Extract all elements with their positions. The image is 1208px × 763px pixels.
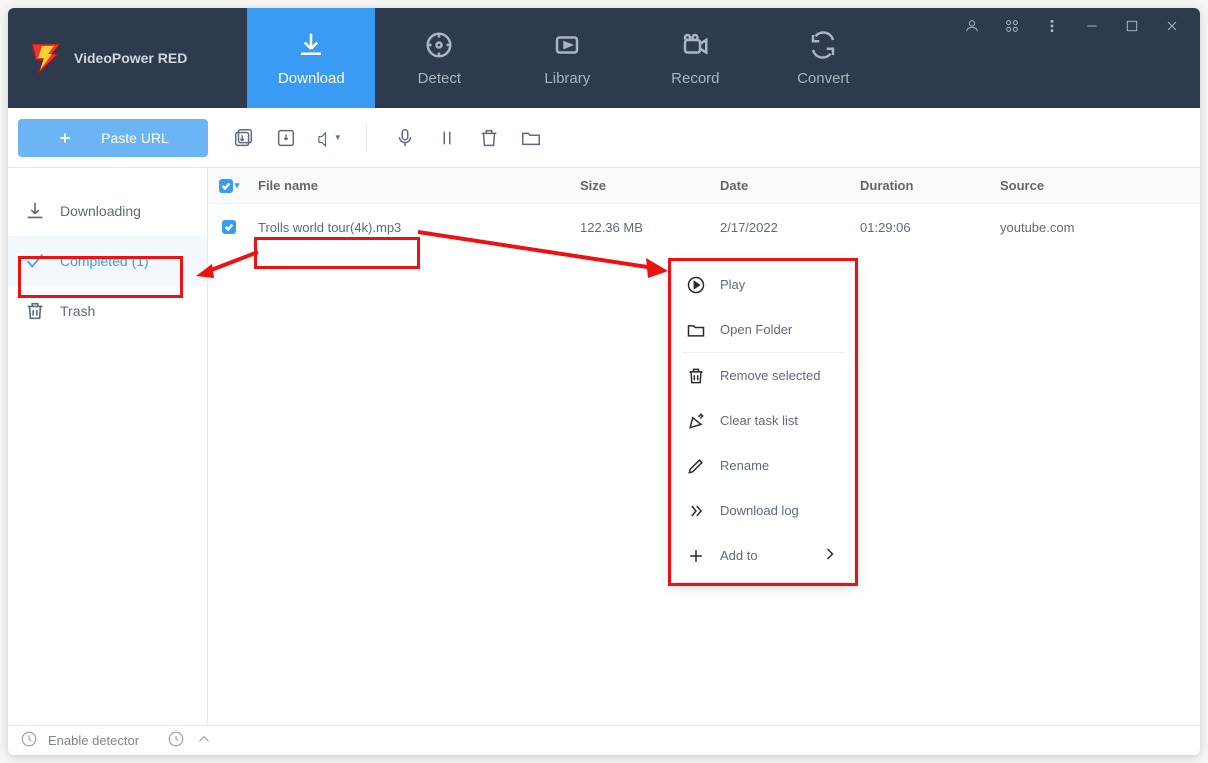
single-download-icon[interactable]: [274, 126, 298, 150]
tab-convert[interactable]: Convert: [759, 8, 887, 108]
cell-source: youtube.com: [1000, 220, 1200, 235]
tab-label: Convert: [797, 70, 850, 87]
main-tabs: Download Detect Library Record Convert: [247, 8, 944, 108]
highlight-completed: [18, 256, 183, 298]
col-header-size[interactable]: Size: [580, 178, 720, 193]
user-icon[interactable]: [964, 18, 980, 39]
statusbar: Enable detector: [8, 725, 1200, 755]
col-header-date[interactable]: Date: [720, 178, 860, 193]
menu-icon[interactable]: [1044, 18, 1060, 39]
body: Downloading Completed (1) Trash ▾ File n…: [8, 168, 1200, 725]
audio-format-icon[interactable]: ▾: [316, 126, 340, 150]
sidebar: Downloading Completed (1) Trash: [8, 168, 208, 725]
tab-library[interactable]: Library: [503, 8, 631, 108]
brand: VideoPower RED: [8, 8, 207, 108]
close-button[interactable]: [1164, 18, 1180, 39]
history-icon[interactable]: [167, 730, 185, 751]
cell-duration: 01:29:06: [860, 220, 1000, 235]
delete-icon[interactable]: [477, 126, 501, 150]
tab-label: Download: [278, 70, 345, 87]
col-header-duration[interactable]: Duration: [860, 178, 1000, 193]
tab-label: Detect: [418, 70, 461, 87]
app-logo-icon: [28, 40, 64, 76]
detector-label: Enable detector: [48, 733, 139, 748]
tab-label: Record: [671, 70, 719, 87]
toolbar: Paste URL ▾: [8, 108, 1200, 168]
minimize-button[interactable]: [1084, 18, 1100, 39]
check-icon: [219, 179, 233, 193]
paste-url-button[interactable]: Paste URL: [18, 119, 208, 157]
app-name: VideoPower RED: [74, 50, 187, 66]
select-all-checkbox[interactable]: ▾: [208, 179, 250, 193]
paste-url-label: Paste URL: [101, 130, 169, 146]
col-header-name[interactable]: File name: [250, 178, 580, 193]
tab-detect[interactable]: Detect: [375, 8, 503, 108]
chevron-up-icon[interactable]: [195, 730, 213, 751]
keyboard-icon[interactable]: [1004, 18, 1020, 39]
tab-label: Library: [544, 70, 590, 87]
tab-download[interactable]: Download: [247, 8, 375, 108]
highlight-filename: [254, 237, 420, 269]
sidebar-item-downloading[interactable]: Downloading: [8, 186, 207, 236]
window-controls: [944, 8, 1200, 108]
detector-toggle-icon[interactable]: [20, 730, 38, 751]
folder-icon[interactable]: [519, 126, 543, 150]
sidebar-item-label: Trash: [60, 303, 95, 319]
grid-header: ▾ File name Size Date Duration Source: [208, 168, 1200, 204]
content: ▾ File name Size Date Duration Source Tr…: [208, 168, 1200, 725]
row-checkbox[interactable]: [222, 220, 236, 234]
chevron-down-icon: ▾: [235, 180, 240, 191]
separator: [366, 124, 367, 152]
tab-record[interactable]: Record: [631, 8, 759, 108]
mic-icon[interactable]: [393, 126, 417, 150]
maximize-button[interactable]: [1124, 18, 1140, 39]
cell-size: 122.36 MB: [580, 220, 720, 235]
app-window: VideoPower RED Download Detect Library R…: [8, 8, 1200, 755]
toolbar-icons: ▾: [232, 124, 543, 152]
col-header-source[interactable]: Source: [1000, 178, 1200, 193]
cell-filename: Trolls world tour(4k).mp3: [250, 220, 580, 235]
sidebar-item-label: Downloading: [60, 203, 141, 219]
titlebar: VideoPower RED Download Detect Library R…: [8, 8, 1200, 108]
pause-icon[interactable]: [435, 126, 459, 150]
cell-date: 2/17/2022: [720, 220, 860, 235]
batch-download-icon[interactable]: [232, 126, 256, 150]
highlight-context-menu: [668, 258, 858, 586]
